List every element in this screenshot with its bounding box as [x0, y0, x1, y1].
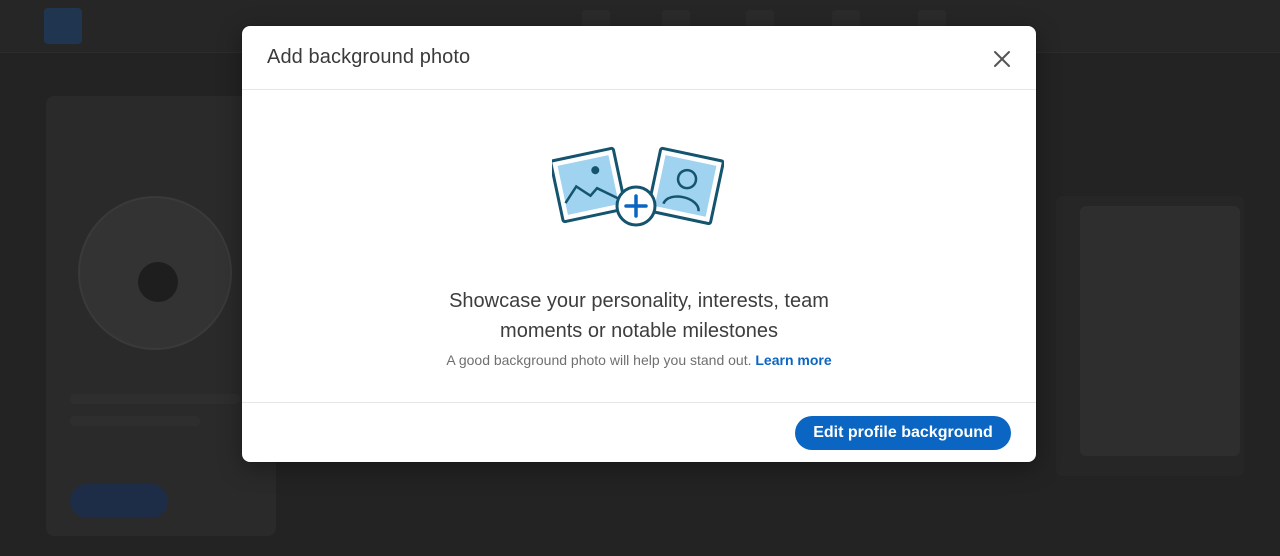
dialog-subtext: A good background photo will help you st…: [242, 352, 1036, 368]
dialog-title: Add background photo: [267, 46, 471, 68]
background-text-line: [70, 416, 200, 426]
learn-more-link[interactable]: Learn more: [755, 352, 831, 368]
dialog-header: Add background photo: [242, 26, 1036, 90]
headline-line-2: moments or notable milestones: [500, 320, 778, 342]
background-avatar-placeholder: [138, 262, 178, 302]
background-side-photo: [1080, 206, 1240, 456]
person-photo-icon: [646, 146, 724, 226]
dialog-headline: Showcase your personality, interests, te…: [242, 286, 1036, 346]
dialog-footer: Edit profile background: [242, 402, 1036, 462]
background-logo: [44, 8, 82, 44]
close-icon: [994, 51, 1010, 67]
background-text-line: [70, 394, 240, 404]
add-photo-illustration: [552, 146, 724, 227]
landscape-photo-icon: [552, 146, 628, 224]
background-button: [70, 484, 168, 518]
close-button[interactable]: [987, 44, 1017, 74]
headline-line-1: Showcase your personality, interests, te…: [449, 290, 829, 312]
edit-profile-background-button[interactable]: Edit profile background: [795, 416, 1011, 450]
add-background-photo-dialog: Add background photo Showcase your perso…: [242, 26, 1036, 462]
dialog-body: Showcase your personality, interests, te…: [242, 90, 1036, 402]
subtext-label: A good background photo will help you st…: [446, 352, 752, 368]
plus-circle-icon: [615, 185, 657, 227]
